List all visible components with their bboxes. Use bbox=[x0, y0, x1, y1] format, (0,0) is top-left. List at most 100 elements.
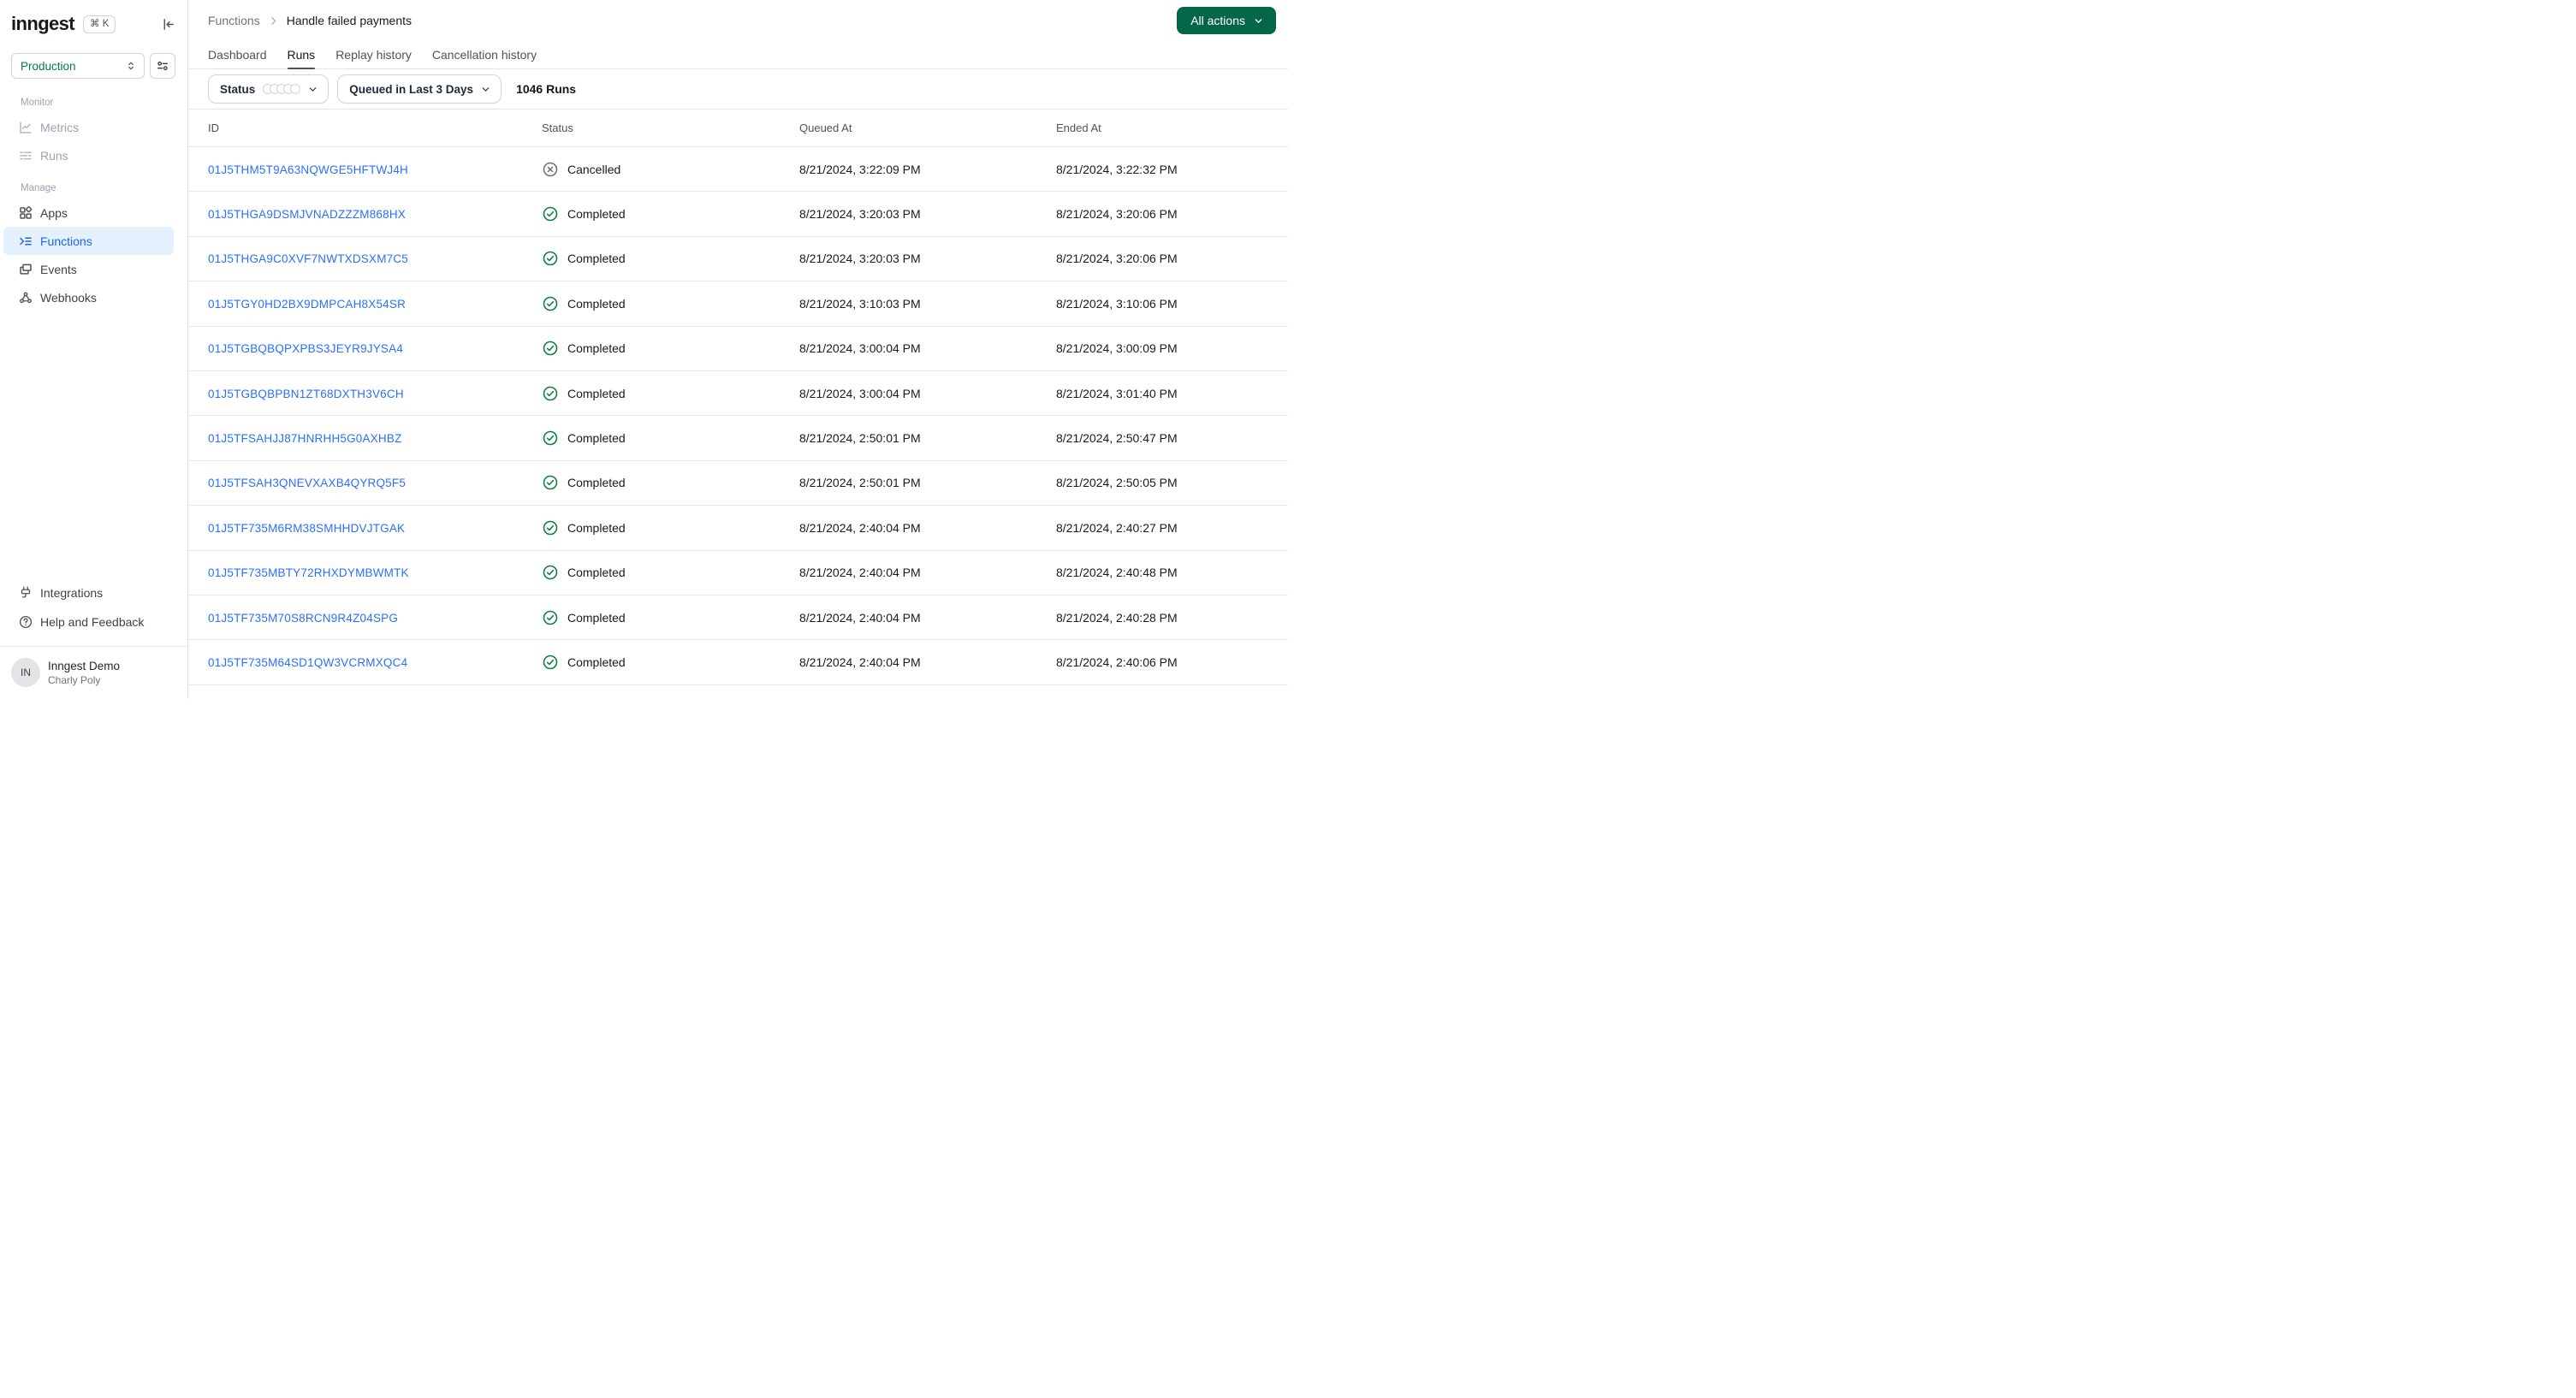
sidebar-item-integrations[interactable]: Integrations bbox=[0, 578, 187, 607]
status-rings-icon bbox=[263, 84, 301, 94]
functions-icon bbox=[18, 234, 33, 249]
table-row: 01J5THGA9C0XVF7NWTXDSXM7C5 Completed 8/2… bbox=[188, 237, 1288, 282]
run-id-link[interactable]: 01J5THM5T9A63NQWGE5HFTWJ4H bbox=[208, 163, 408, 176]
table-row: 01J5TF735M6RM38SMHHDVJTGAK Completed 8/2… bbox=[188, 506, 1288, 551]
run-id-link[interactable]: 01J5TF735M64SD1QW3VCRMXQC4 bbox=[208, 656, 407, 669]
user-org: Inngest Demo bbox=[48, 659, 121, 672]
sidebar-item-apps[interactable]: Apps bbox=[0, 198, 187, 227]
chevrons-up-down-icon bbox=[125, 60, 137, 72]
run-status: Completed bbox=[542, 250, 799, 267]
table-row: 01J5TF735MBTY72RHXDYMBWMTK Completed 8/2… bbox=[188, 551, 1288, 595]
run-id-link[interactable]: 01J5THGA9DSMJVNADZZZM868HX bbox=[208, 208, 406, 221]
all-actions-button[interactable]: All actions bbox=[1177, 7, 1276, 34]
completed-icon bbox=[542, 250, 559, 267]
run-id-link[interactable]: 01J5TFSAH3QNEVXAXB4QYRQ5F5 bbox=[208, 477, 406, 489]
run-status: Completed bbox=[542, 385, 799, 402]
table-row: 01J5THGA9DSMJVNADZZZM868HX Completed 8/2… bbox=[188, 192, 1288, 237]
queued-at-value: 8/21/2024, 2:50:01 PM bbox=[799, 476, 921, 490]
collapse-sidebar-button[interactable] bbox=[161, 17, 175, 32]
table-row: 01J5TFSAH3QNEVXAXB4QYRQ5F5 Completed 8/2… bbox=[188, 461, 1288, 506]
sliders-icon bbox=[156, 59, 169, 73]
environment-value: Production bbox=[21, 59, 76, 73]
sidebar-item-metrics[interactable]: Metrics bbox=[0, 113, 187, 141]
ended-at-value: 8/21/2024, 3:20:06 PM bbox=[1056, 207, 1178, 222]
chevron-down-icon bbox=[307, 84, 318, 95]
environment-settings-button[interactable] bbox=[150, 53, 175, 79]
sidebar-item-label: Webhooks bbox=[40, 290, 97, 305]
environment-select[interactable]: Production bbox=[11, 53, 145, 79]
queued-at-value: 8/21/2024, 2:40:04 PM bbox=[799, 655, 921, 669]
topbar: Functions Handle failed payments All act… bbox=[188, 0, 1288, 41]
table-row: 01J5TF735M64SD1QW3VCRMXQC4 Completed 8/2… bbox=[188, 640, 1288, 685]
tab-cancellation-history[interactable]: Cancellation history bbox=[432, 41, 537, 68]
nav-section-manage: Manage bbox=[21, 183, 56, 193]
run-id-link[interactable]: 01J5TF735MBTY72RHXDYMBWMTK bbox=[208, 566, 409, 579]
queued-at-value: 8/21/2024, 2:40:04 PM bbox=[799, 520, 921, 535]
apps-grid-icon bbox=[18, 205, 33, 221]
queued-at-value: 8/21/2024, 3:00:04 PM bbox=[799, 386, 921, 400]
collapse-sidebar-icon bbox=[161, 17, 175, 32]
run-status: Completed bbox=[542, 519, 799, 536]
tab-dashboard[interactable]: Dashboard bbox=[208, 41, 267, 68]
tab-replay-history[interactable]: Replay history bbox=[335, 41, 412, 68]
run-id-link[interactable]: 01J5TF735M70S8RCN9R4Z04SPG bbox=[208, 612, 398, 625]
sidebar-item-label: Integrations bbox=[40, 585, 104, 600]
run-status: Completed bbox=[542, 429, 799, 447]
tab-runs[interactable]: Runs bbox=[287, 41, 315, 69]
sidebar-item-label: Apps bbox=[40, 205, 68, 220]
run-status: Completed bbox=[542, 654, 799, 671]
ended-at-value: 8/21/2024, 3:01:40 PM bbox=[1056, 386, 1178, 400]
sidebar-item-label: Help and Feedback bbox=[40, 615, 145, 629]
ended-at-value: 8/21/2024, 2:40:06 PM bbox=[1056, 655, 1178, 669]
command-k-shortcut-badge[interactable]: ⌘ K bbox=[83, 15, 116, 33]
runs-list-icon bbox=[18, 148, 33, 163]
completed-icon bbox=[542, 295, 559, 312]
sidebar-item-help-and-feedback[interactable]: Help and Feedback bbox=[0, 607, 187, 637]
completed-icon bbox=[542, 654, 559, 671]
chevron-down-icon bbox=[480, 84, 491, 95]
main-content: Functions Handle failed payments All act… bbox=[188, 0, 1288, 699]
queued-at-value: 8/21/2024, 2:40:04 PM bbox=[799, 566, 921, 580]
queued-at-value: 8/21/2024, 2:50:01 PM bbox=[799, 431, 921, 446]
completed-icon bbox=[542, 385, 559, 402]
status-label: Completed bbox=[567, 296, 626, 311]
time-range-filter-button[interactable]: Queued in Last 3 Days bbox=[337, 74, 502, 104]
queued-at-value: 8/21/2024, 3:22:09 PM bbox=[799, 162, 921, 176]
sidebar-item-functions[interactable]: Functions bbox=[3, 227, 174, 255]
status-label: Completed bbox=[567, 386, 626, 400]
breadcrumb-functions[interactable]: Functions bbox=[208, 14, 260, 27]
ended-at-value: 8/21/2024, 3:20:06 PM bbox=[1056, 252, 1178, 266]
sidebar-item-events[interactable]: Events bbox=[0, 255, 187, 283]
nav-section-monitor: Monitor bbox=[21, 98, 54, 108]
table-row: 01J5TF735M70S8RCN9R4Z04SPG Completed 8/2… bbox=[188, 595, 1288, 641]
ended-at-value: 8/21/2024, 2:40:28 PM bbox=[1056, 610, 1178, 625]
run-id-link[interactable]: 01J5TGBQBQPXPBS3JEYR9JYSA4 bbox=[208, 342, 403, 355]
run-id-link[interactable]: 01J5TFSAHJJ87HNRHH5G0AXHBZ bbox=[208, 432, 402, 445]
events-windows-icon bbox=[18, 262, 33, 277]
run-status: Completed bbox=[542, 295, 799, 312]
sidebar-item-label: Runs bbox=[40, 148, 68, 163]
ended-at-value: 8/21/2024, 2:50:47 PM bbox=[1056, 431, 1178, 446]
run-id-link[interactable]: 01J5TGY0HD2BX9DMPCAH8X54SR bbox=[208, 298, 406, 311]
cancelled-icon bbox=[542, 161, 559, 178]
status-filter-button[interactable]: Status bbox=[208, 74, 329, 104]
page-title: Handle failed payments bbox=[286, 14, 413, 27]
status-label: Completed bbox=[567, 655, 626, 669]
run-id-link[interactable]: 01J5TGBQBPBN1ZT68DXTH3V6CH bbox=[208, 388, 404, 400]
filter-bar: Status Queued in Last 3 Days 1046 Runs bbox=[188, 69, 1288, 110]
column-header-queued-at: Queued At bbox=[799, 121, 852, 134]
completed-icon bbox=[542, 609, 559, 626]
ended-at-value: 8/21/2024, 3:10:06 PM bbox=[1056, 296, 1178, 311]
runs-count: 1046 Runs bbox=[516, 82, 577, 96]
user-name: Charly Poly bbox=[48, 673, 101, 686]
run-status: Completed bbox=[542, 564, 799, 581]
sidebar-item-runs[interactable]: Runs bbox=[0, 141, 187, 169]
status-label: Completed bbox=[567, 252, 626, 266]
sidebar-item-webhooks[interactable]: Webhooks bbox=[0, 283, 187, 311]
plug-icon bbox=[18, 585, 33, 601]
run-id-link[interactable]: 01J5THGA9C0XVF7NWTXDSXM7C5 bbox=[208, 252, 408, 265]
user-menu[interactable]: IN Inngest Demo Charly Poly bbox=[0, 646, 187, 699]
status-label: Completed bbox=[567, 566, 626, 580]
run-id-link[interactable]: 01J5TF735M6RM38SMHHDVJTGAK bbox=[208, 522, 405, 535]
table-header: ID Status Queued At Ended At bbox=[188, 110, 1288, 147]
